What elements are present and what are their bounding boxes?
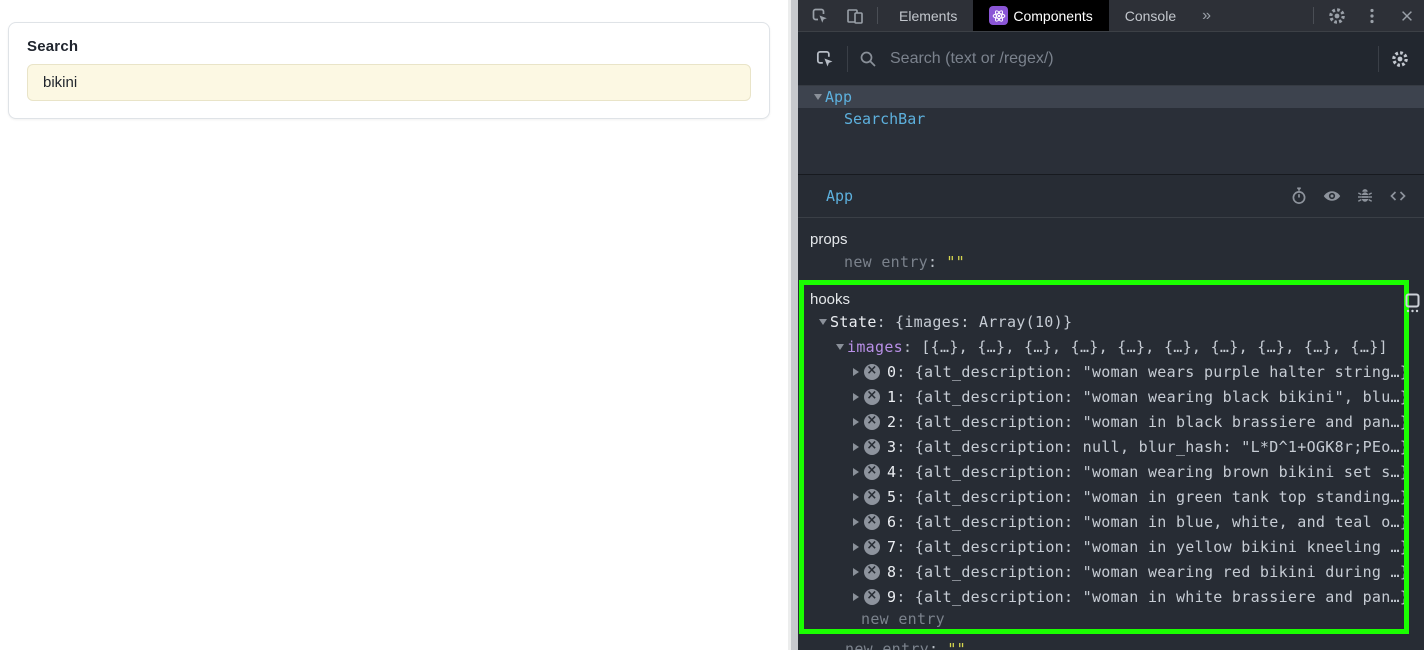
log-bug-icon[interactable] (1355, 186, 1375, 206)
array-item-row[interactable]: 3 {alt_description: null, blur_hash: "L*… (804, 434, 1404, 459)
device-toolbar-icon[interactable] (837, 0, 872, 31)
tabbar-divider (877, 7, 878, 24)
array-item-row[interactable]: 5 {alt_description: "woman in green tank… (804, 484, 1404, 509)
hooks-label: hooks (810, 291, 850, 308)
overflow-inspect-icon[interactable] (1404, 292, 1422, 319)
array-item-row[interactable]: 4 {alt_description: "woman wearing brown… (804, 459, 1404, 484)
tab-console[interactable]: Console (1109, 0, 1192, 31)
component-tree: App SearchBar (798, 86, 1424, 174)
components-search-row (798, 32, 1424, 86)
tab-components[interactable]: Components (973, 0, 1108, 31)
expand-caret-icon[interactable] (848, 468, 863, 476)
array-item-row[interactable]: 0 {alt_description: "woman wears purple … (804, 359, 1404, 384)
remove-entry-icon[interactable] (864, 364, 880, 380)
props-label: props (810, 231, 848, 248)
select-component-icon[interactable] (814, 48, 836, 70)
inspector-header: App (798, 175, 1424, 218)
expand-caret-icon[interactable] (848, 518, 863, 526)
tree-item-searchbar[interactable]: SearchBar (798, 108, 1424, 130)
search-icon (859, 50, 877, 68)
remove-entry-icon[interactable] (864, 514, 880, 530)
view-source-code-icon[interactable] (1388, 186, 1408, 206)
search-card: Search (8, 22, 770, 119)
expand-caret-icon[interactable] (848, 568, 863, 576)
close-devtools-icon[interactable] (1389, 0, 1424, 31)
devtools-tabbar: Elements Components Console » (798, 0, 1424, 32)
selected-component-title: App (826, 187, 853, 205)
remove-entry-icon[interactable] (864, 414, 880, 430)
hooks-section-highlighted: hooks State {images: Array(10)} images [… (799, 280, 1409, 634)
search-divider (1378, 46, 1379, 72)
inspect-element-icon[interactable] (802, 0, 837, 31)
array-item-row[interactable]: 8 {alt_description: "woman wearing red b… (804, 559, 1404, 584)
array-item-row[interactable]: 1 {alt_description: "woman wearing black… (804, 384, 1404, 409)
expand-caret-icon[interactable] (848, 368, 863, 376)
expand-caret-icon[interactable] (848, 543, 863, 551)
search-divider (847, 46, 848, 72)
state-new-entry-row[interactable]: new entry:"" (799, 636, 1409, 650)
expand-caret-icon[interactable] (848, 393, 863, 401)
hook-state-row[interactable]: State {images: Array(10)} (804, 309, 1404, 334)
array-item-row[interactable]: 6 {alt_description: "woman in blue, whit… (804, 509, 1404, 534)
remove-entry-icon[interactable] (864, 489, 880, 505)
settings-gear-icon[interactable] (1319, 0, 1354, 31)
devtools-panel: Elements Components Console » (798, 0, 1424, 650)
array-item-row[interactable]: 9 {alt_description: "woman in white bras… (804, 584, 1404, 609)
array-item-row[interactable]: 2 {alt_description: "woman in black bras… (804, 409, 1404, 434)
hook-images-row[interactable]: images [{…}, {…}, {…}, {…}, {…}, {…}, {…… (804, 334, 1404, 359)
collapse-caret-icon[interactable] (832, 344, 847, 350)
inspect-dom-eye-icon[interactable] (1322, 186, 1342, 206)
tree-item-app[interactable]: App (798, 86, 1424, 108)
tabbar-divider (1313, 7, 1314, 24)
tab-elements[interactable]: Elements (883, 0, 973, 31)
collapse-caret-icon[interactable] (815, 319, 830, 325)
kebab-menu-icon[interactable] (1354, 0, 1389, 31)
expand-caret-icon[interactable] (848, 493, 863, 501)
props-section: props new entry:"" (798, 218, 1424, 274)
react-devtools-icon (989, 6, 1008, 25)
browser-page: Search (0, 0, 788, 650)
expand-caret-icon[interactable] (848, 593, 863, 601)
components-search-input[interactable] (888, 49, 1367, 69)
remove-entry-icon[interactable] (864, 564, 880, 580)
array-new-entry-row[interactable]: new entry (804, 609, 1404, 629)
expand-caret-icon[interactable] (848, 443, 863, 451)
page-scrollbar[interactable] (788, 0, 798, 650)
remove-entry-icon[interactable] (864, 539, 880, 555)
suspense-stopwatch-icon[interactable] (1289, 186, 1309, 206)
page-search-input[interactable] (27, 64, 751, 101)
expand-caret-icon[interactable] (848, 418, 863, 426)
remove-entry-icon[interactable] (864, 464, 880, 480)
remove-entry-icon[interactable] (864, 439, 880, 455)
hooks-label-row: hooks (804, 289, 1404, 309)
more-tabs-chevron[interactable]: » (1192, 0, 1221, 31)
array-item-row[interactable]: 7 {alt_description: "woman in yellow bik… (804, 534, 1404, 559)
props-new-entry-row[interactable]: new entry:"" (810, 249, 1424, 274)
search-label: Search (27, 38, 751, 55)
remove-entry-icon[interactable] (864, 589, 880, 605)
remove-entry-icon[interactable] (864, 389, 880, 405)
collapse-caret-icon[interactable] (810, 94, 825, 100)
components-settings-icon[interactable] (1390, 49, 1410, 69)
